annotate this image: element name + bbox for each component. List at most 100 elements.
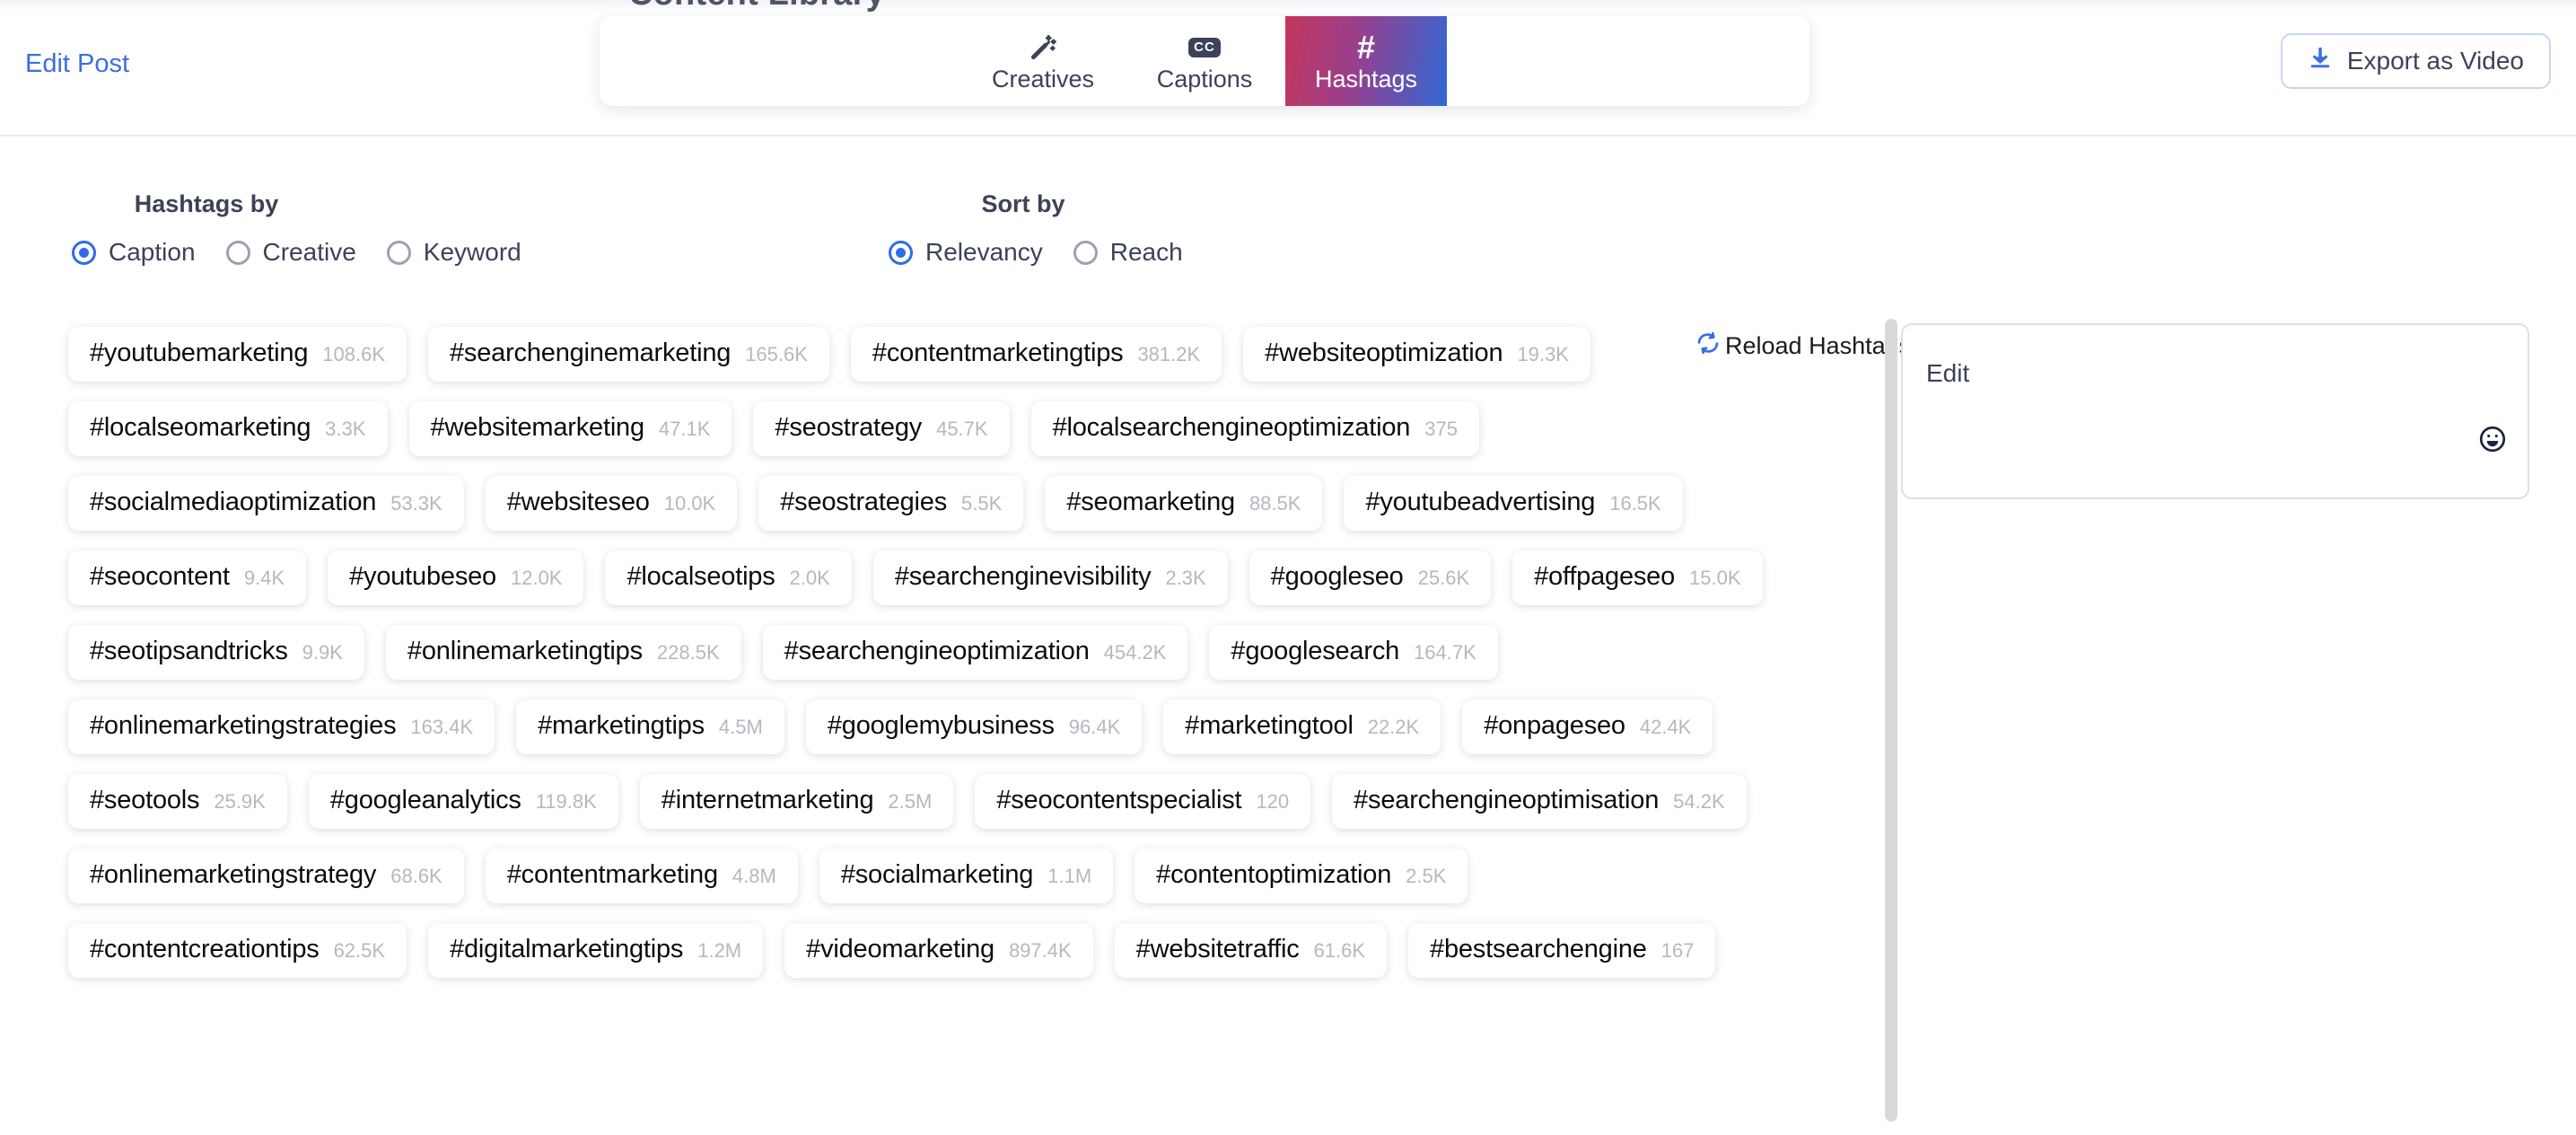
hashtag-chip-count: 454.2K	[1103, 641, 1167, 664]
tab-hashtags-label: Hashtags	[1314, 66, 1418, 92]
hashtag-chip[interactable]: #internetmarketing 2.5M	[639, 774, 954, 829]
hashtag-list-pane[interactable]: #youtubemarketing 108.6K #searchenginemark…	[0, 307, 1892, 1135]
hashtag-chip[interactable]: #seomarketing 88.5K	[1045, 476, 1323, 531]
hashtag-chip[interactable]: #searchenginemarketing 165.6K	[428, 327, 829, 382]
hashtag-chip-tag: #seostrategy	[775, 413, 923, 442]
hashtag-chip-tag: #onlinemarketingtips	[407, 637, 643, 665]
hashtag-chip-count: 2.3K	[1165, 567, 1206, 589]
sort-by-group: Sort by Relevancy Reach	[889, 190, 1183, 267]
hashtags-by-title: Hashtags by	[134, 190, 279, 217]
tab-hashtags[interactable]: # Hashtags	[1285, 16, 1447, 106]
hashtag-chip[interactable]: #searchenginevisibility 2.3K	[872, 550, 1228, 605]
hashtag-chip[interactable]: #youtubemarketing 108.6K	[68, 327, 407, 382]
hashtag-chip[interactable]: #onpageseo 42.4K	[1462, 699, 1713, 754]
hashtag-chip[interactable]: #contentoptimization 2.5K	[1135, 849, 1468, 903]
edit-caption-panel[interactable]: Edit	[1901, 323, 2529, 499]
hashtag-chip-tag: #googlesearch	[1231, 637, 1400, 665]
hashtag-chip[interactable]: #websiteoptimization 19.3K	[1243, 327, 1590, 382]
hashtag-chip-row: #socialmediaoptimization 53.3K #websiteseo…	[68, 476, 1892, 531]
hashtag-chip[interactable]: #localsearchengineoptimization 375	[1030, 401, 1479, 456]
hashtag-chip[interactable]: #offpageseo 15.0K	[1512, 550, 1763, 605]
hashtag-chip[interactable]: #seotipsandtricks 9.9K	[68, 625, 364, 680]
hashtag-chip[interactable]: #contentmarketingtips 381.2K	[850, 327, 1222, 382]
hashtag-chip-tag: #searchenginemarketing	[450, 339, 732, 367]
radio-hashtags-by-caption[interactable]: Caption	[72, 238, 196, 267]
hashtag-chip-tag: #youtubeseo	[349, 562, 496, 591]
hashtag-chip-tag: #searchenginevisibility	[894, 562, 1152, 591]
hashtag-chip-count: 5.5K	[961, 492, 1003, 515]
hashtag-chip[interactable]: #socialmediaoptimization 53.3K	[68, 476, 464, 531]
filter-controls: Hashtags by Caption Creative Keyword Sor…	[0, 136, 2576, 360]
hashtag-chip-count: 22.2K	[1367, 716, 1420, 738]
hashtag-chip-row: #seotools 25.9K #googleanalytics 119.8K #int…	[68, 774, 1892, 829]
tab-captions[interactable]: CC Captions	[1124, 16, 1285, 106]
hashtag-chip-count: 164.7K	[1414, 641, 1476, 664]
hashtag-chip-tag: #seocontent	[90, 562, 230, 591]
top-bar: Content Library Edit Post Creatives CC C…	[0, 0, 2576, 136]
hashtag-chip-tag: #contentcreationtips	[90, 935, 320, 963]
hashtag-chip[interactable]: #googleanalytics 119.8K	[308, 774, 618, 829]
hashtag-chip-tag: #offpageseo	[1534, 562, 1676, 591]
sort-by-title: Sort by	[981, 190, 1065, 217]
export-as-video-button[interactable]: Export as Video	[2280, 33, 2551, 89]
hashtag-chip[interactable]: #websitemarketing 47.1K	[408, 401, 732, 456]
edit-placeholder-label: Edit	[1926, 359, 1970, 387]
hashtag-chip[interactable]: #seotools 25.9K	[68, 774, 287, 829]
hashtag-chip-tag: #onlinemarketingstrategies	[90, 711, 397, 740]
radio-dot-icon	[225, 240, 250, 265]
hashtag-chip-tag: #websiteoptimization	[1265, 339, 1503, 367]
hashtag-chip[interactable]: #seostrategy 45.7K	[753, 401, 1010, 456]
hashtag-chip[interactable]: #onlinemarketingstrategy 68.6K	[68, 849, 464, 903]
hashtag-chip-count: 45.7K	[936, 418, 988, 440]
radio-sort-by-reach[interactable]: Reach	[1073, 238, 1183, 267]
hashtag-chip[interactable]: #localseotips 2.0K	[605, 550, 852, 605]
hashtag-chip[interactable]: #marketingtips 4.5M	[516, 699, 784, 754]
hashtag-chip[interactable]: #videomarketing 897.4K	[784, 923, 1093, 978]
hashtag-chip[interactable]: #websiteseo 10.0K	[485, 476, 738, 531]
hashtag-chip-row: #onlinemarketingstrategies 163.4K #marketi…	[68, 699, 1892, 754]
hashtag-chip[interactable]: #seocontentspecialist 120	[975, 774, 1311, 829]
export-as-video-label: Export as Video	[2346, 47, 2524, 75]
hashtag-chip[interactable]: #seocontent 9.4K	[68, 550, 307, 605]
hashtag-chip-count: 4.8M	[732, 865, 776, 887]
hashtag-chip-count: 61.6K	[1313, 939, 1366, 962]
hashtag-chip[interactable]: #socialmarketing 1.1M	[819, 849, 1114, 903]
radio-hashtags-by-creative[interactable]: Creative	[225, 238, 356, 267]
tab-creatives[interactable]: Creatives	[962, 16, 1124, 106]
hashtag-chip[interactable]: #localseomarketing 3.3K	[68, 401, 388, 456]
hashtag-chip[interactable]: #digitalmarketingtips 1.2M	[428, 923, 764, 978]
hashtag-chip[interactable]: #contentcreationtips 62.5K	[68, 923, 407, 978]
hashtag-chip-tag: #digitalmarketingtips	[450, 935, 684, 963]
hashtag-chip-tag: #searchengineoptimization	[784, 637, 1090, 665]
edit-post-link[interactable]: Edit Post	[25, 49, 129, 79]
hashtag-chip[interactable]: #youtubeseo 12.0K	[328, 550, 584, 605]
hashtag-chip[interactable]: #youtubeadvertising 16.5K	[1344, 476, 1683, 531]
hashtag-chip-count: 9.4K	[243, 567, 285, 589]
hash-icon: #	[1356, 29, 1376, 66]
hashtag-chip[interactable]: #searchengineoptimisation 54.2K	[1332, 774, 1747, 829]
hashtag-chip[interactable]: #bestsearchengine 167	[1408, 923, 1716, 978]
smiley-icon[interactable]	[2477, 424, 2508, 454]
radio-dot-icon	[72, 240, 96, 265]
hashtag-chip[interactable]: #onlinemarketingtips 228.5K	[385, 625, 741, 680]
hashtag-chip[interactable]: #googleseo 25.6K	[1249, 550, 1492, 605]
hashtag-chip-count: 12.0K	[510, 567, 563, 589]
radio-sort-by-relevancy[interactable]: Relevancy	[889, 238, 1043, 267]
hashtag-chip-count: 897.4K	[1008, 939, 1072, 962]
hashtag-chip[interactable]: #contentmarketing 4.8M	[485, 849, 798, 903]
hashtag-chip[interactable]: #websitetraffic 61.6K	[1114, 923, 1388, 978]
hashtag-chip[interactable]: #searchengineoptimization 454.2K	[762, 625, 1188, 680]
hashtag-chip-row: #youtubemarketing 108.6K #searchenginemark…	[68, 327, 1892, 382]
hashtag-chip-tag: #marketingtips	[538, 711, 705, 740]
hashtag-chip[interactable]: #onlinemarketingstrategies 163.4K	[68, 699, 495, 754]
page-background-strip	[0, 0, 2576, 9]
hashtag-chip[interactable]: #googlemybusiness 96.4K	[805, 699, 1143, 754]
vertical-scrollbar[interactable]	[1885, 319, 1897, 1122]
hashtag-chip-count: 47.1K	[658, 418, 711, 440]
hashtag-chip[interactable]: #seostrategies 5.5K	[758, 476, 1024, 531]
hashtag-chip-tag: #socialmediaoptimization	[90, 488, 377, 516]
hashtag-chip[interactable]: #marketingtool 22.2K	[1163, 699, 1441, 754]
hashtag-chip[interactable]: #googlesearch 164.7K	[1209, 625, 1498, 680]
tab-bar: Creatives CC Captions # Hashtags	[600, 16, 1809, 106]
radio-hashtags-by-keyword[interactable]: Keyword	[386, 238, 521, 267]
